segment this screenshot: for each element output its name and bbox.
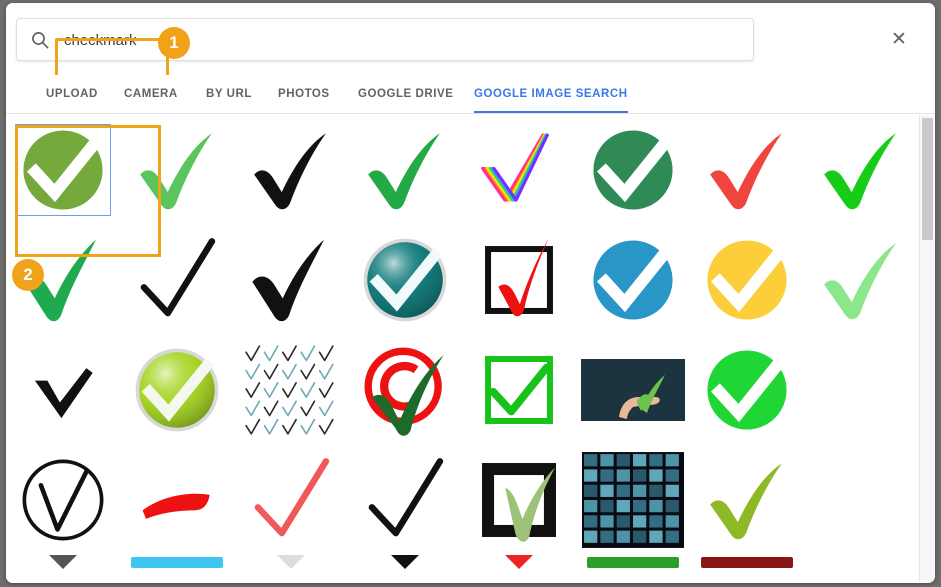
result-thumbnail-pale-green-check[interactable] [804,225,918,335]
result-thumbnail-green-brush-check[interactable] [348,115,462,225]
search-row: ✕ [6,3,935,79]
results-scrollbar-track[interactable] [919,115,934,582]
tab-camera[interactable]: CAMERA [124,75,178,113]
result-thumbnail-red-check-in-box[interactable] [462,225,576,335]
results-scrollbar-thumb[interactable] [922,118,933,240]
result-thumbnail-empty-cell[interactable] [804,335,918,445]
tab-photos[interactable]: PHOTOS [278,75,330,113]
close-icon[interactable]: ✕ [886,27,912,53]
result-thumbnail-coral-red-check[interactable] [234,445,348,555]
annotation-badge-2: 2 [12,259,44,291]
result-thumbnail-partial-black-tip[interactable] [348,555,462,583]
result-thumbnail-green-circle-white-check[interactable] [6,115,120,225]
result-thumbnail-green-glossy-oval-check[interactable] [120,335,234,445]
result-thumbnail-bright-green-circle-check[interactable] [690,335,804,445]
result-thumbnail-partial-dark-swatch[interactable] [6,555,120,583]
result-thumbnail-bright-green-check[interactable] [804,115,918,225]
result-thumbnail-black-short-check[interactable] [6,335,120,445]
result-thumbnail-partial-green-bar[interactable] [576,555,690,583]
result-thumbnail-empty-cell-2[interactable] [804,445,918,555]
result-thumbnail-yellow-circle-check[interactable] [690,225,804,335]
image-results-grid [6,115,918,583]
search-input[interactable] [62,20,662,60]
annotation-badge-1: 1 [158,27,190,59]
tab-google-drive[interactable]: GOOGLE DRIVE [358,75,453,113]
result-thumbnail-circle-outline-check[interactable] [6,445,120,555]
result-thumbnail-light-green-check[interactable] [120,115,234,225]
tab-upload[interactable]: UPLOAD [46,75,98,113]
result-thumbnail-blue-mosaic-tile[interactable] [576,445,690,555]
result-thumbnail-partial-red-tip[interactable] [462,555,576,583]
result-thumbnail-partial-dark-red-bar[interactable] [690,555,804,583]
result-thumbnail-green-outline-box-check[interactable] [462,335,576,445]
result-thumbnail-partial-blank[interactable] [804,555,918,583]
result-thumbnail-rainbow-check[interactable] [462,115,576,225]
result-thumbnail-partial-white-arrow[interactable] [234,555,348,583]
result-thumbnail-blue-circle-check[interactable] [576,225,690,335]
result-thumbnail-red-dash-stroke[interactable] [120,445,234,555]
search-box[interactable] [16,18,754,79]
result-thumbnail-black-thin-check[interactable] [348,445,462,555]
search-icon [30,30,50,50]
tab-by-url[interactable]: BY URL [206,75,252,113]
result-thumbnail-red-brush-check[interactable] [690,115,804,225]
result-thumbnail-thin-black-check[interactable] [120,225,234,335]
result-thumbnail-red-copyright-green-check[interactable] [348,335,462,445]
image-picker-dialog: ✕ UPLOAD CAMERA BY URL PHOTOS GOOGLE DRIVE GO… [6,3,935,583]
tab-google-image-search[interactable]: GOOGLE IMAGE SEARCH [474,75,628,113]
result-thumbnail-black-box-green-check[interactable] [462,445,576,555]
tab-bar: UPLOAD CAMERA BY URL PHOTOS GOOGLE DRIVE GOOG… [6,75,935,114]
result-thumbnail-hand-holding-check-photo[interactable] [576,335,690,445]
result-thumbnail-black-bold-check[interactable] [234,225,348,335]
result-thumbnail-olive-green-glossy-check[interactable] [690,445,804,555]
result-thumbnail-partial-cyan-bar[interactable] [120,555,234,583]
results-pane[interactable] [6,115,935,583]
result-thumbnail-black-brush-check[interactable] [234,115,348,225]
result-thumbnail-dark-green-circle-check[interactable] [576,115,690,225]
result-thumbnail-checkmark-pattern-tile[interactable] [234,335,348,445]
result-thumbnail-teal-glossy-circle-check[interactable] [348,225,462,335]
